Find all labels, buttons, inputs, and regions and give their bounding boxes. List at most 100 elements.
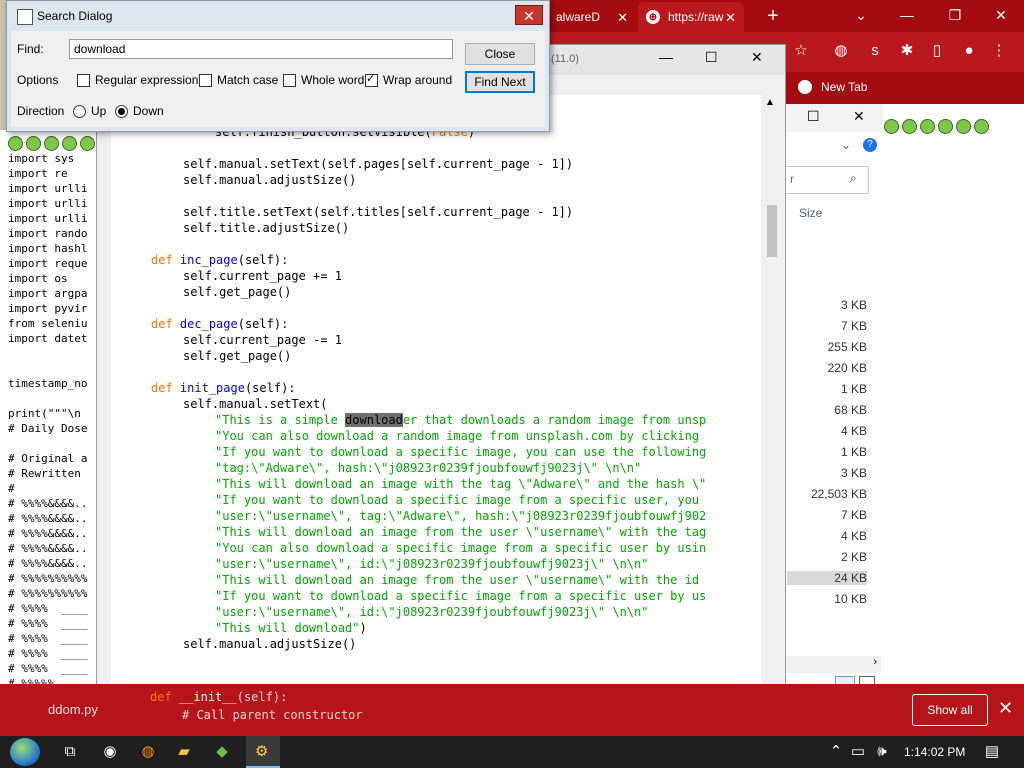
code-line: self.title.adjustSize(): [183, 221, 350, 235]
minimize-icon[interactable]: —: [659, 49, 673, 65]
file-size: 7 KB: [840, 319, 867, 333]
puzzle-icon[interactable]: ✱: [896, 40, 918, 62]
help-icon[interactable]: ?: [863, 138, 877, 152]
globe-icon: ⊕: [646, 10, 660, 24]
close-icon[interactable]: ✕: [617, 10, 628, 26]
file-size: 68 KB: [834, 403, 867, 417]
horizontal-scrollbar[interactable]: ›: [781, 656, 881, 673]
file-explorer-window: ☐ ✕ ⌄ ? r ⌕ Size 3 KB 7 KB 255 KB 220 KB…: [780, 104, 883, 692]
app-icon[interactable]: ◆: [210, 740, 234, 764]
browser-tab[interactable]: alwareD ✕: [548, 2, 636, 32]
code-line: #: [8, 482, 15, 495]
code-comment: # Call parent constructor: [182, 708, 363, 722]
find-next-button[interactable]: Find Next: [465, 71, 535, 93]
find-input[interactable]: [69, 39, 453, 59]
chevron-up-icon[interactable]: ⌃: [824, 740, 848, 764]
size-column-header[interactable]: Size: [799, 206, 822, 220]
code-line: from seleniu: [8, 317, 88, 330]
chrome-icon[interactable]: ◉: [98, 740, 122, 764]
close-icon[interactable]: ✕: [853, 108, 865, 125]
chevron-up-icon[interactable]: ▲: [765, 97, 775, 108]
code-line: "user:\"username\", id:\"j08923r0239fjou…: [215, 557, 649, 571]
file-size: 1 KB: [840, 382, 867, 396]
wrap-around-checkbox[interactable]: [365, 72, 378, 87]
code-line: self.current_page += 1: [183, 269, 342, 283]
close-button[interactable]: ✕: [515, 5, 543, 25]
restore-icon[interactable]: ❐: [932, 0, 978, 30]
maximize-icon[interactable]: ☐: [705, 49, 718, 66]
code-line: "This will download"): [215, 621, 367, 635]
chevron-right-icon[interactable]: ›: [873, 656, 877, 668]
regex-checkbox[interactable]: [77, 74, 90, 87]
explorer-search-input[interactable]: r ⌕: [785, 166, 869, 194]
regex-label[interactable]: Regular expression: [95, 73, 198, 87]
code-area[interactable]: self.finish_button.setVisible(False) sel…: [111, 95, 761, 699]
scrollbar-thumb[interactable]: [767, 205, 777, 257]
clock[interactable]: 1:14:02 PM: [904, 745, 965, 759]
minimize-icon[interactable]: —: [884, 0, 930, 30]
browser-tab-active[interactable]: ⊕ https://raw ✕: [638, 2, 744, 32]
file-size: 2 KB: [840, 550, 867, 564]
show-all-button[interactable]: Show all: [912, 694, 988, 726]
bookmark-new-tab[interactable]: New Tab: [798, 76, 867, 98]
direction-up-radio[interactable]: [73, 105, 86, 118]
notification-icon[interactable]: ▤: [980, 740, 1004, 764]
code-line: "This will download an image with the ta…: [215, 477, 707, 491]
browser-tab-label: alwareD: [556, 10, 601, 24]
firefox-icon[interactable]: ◍: [136, 740, 160, 764]
code-line: import urlli: [8, 197, 88, 210]
code-line: # %%%%%%%%%%: [8, 587, 88, 600]
close-icon[interactable]: ✕: [725, 10, 736, 26]
profile-icon[interactable]: ●: [958, 40, 980, 62]
close-icon[interactable]: ✕: [998, 698, 1013, 719]
match-case-checkbox[interactable]: [199, 74, 212, 87]
code-line: "If you want to download a specific imag…: [215, 589, 707, 603]
match-case-label[interactable]: Match case: [217, 73, 278, 87]
direction-label: Direction: [17, 104, 65, 118]
direction-down-label[interactable]: Down: [133, 104, 164, 118]
close-button[interactable]: Close: [465, 43, 535, 65]
code-line: import hashl: [8, 242, 88, 255]
whole-word-checkbox[interactable]: [283, 74, 296, 87]
extension-flag-icon[interactable]: ◍: [830, 40, 852, 62]
code-line: # %%%% ____: [8, 617, 88, 630]
new-tab-icon[interactable]: +: [761, 4, 785, 28]
code-line: # %%%% ____: [8, 602, 88, 615]
direction-up-label[interactable]: Up: [91, 104, 106, 118]
chevron-down-icon[interactable]: ⌄: [838, 0, 884, 30]
folder-icon[interactable]: ▰: [172, 740, 196, 764]
start-button[interactable]: [10, 738, 40, 766]
close-icon[interactable]: ✕: [978, 0, 1024, 30]
python-taskbar-button[interactable]: ⚙: [246, 736, 280, 768]
sidepanel-icon[interactable]: ▯: [926, 40, 948, 62]
code-line: import sys: [8, 152, 75, 165]
vertical-scrollbar[interactable]: ▲ ▼: [761, 95, 781, 699]
wrap-around-label[interactable]: Wrap around: [383, 73, 452, 87]
maximize-icon[interactable]: ☐: [807, 108, 820, 125]
code-line: import re: [8, 167, 68, 180]
close-icon[interactable]: ✕: [751, 49, 763, 66]
find-label: Find:: [17, 42, 44, 56]
code-line: self.manual.adjustSize(): [183, 173, 357, 187]
file-size: 4 KB: [840, 424, 867, 438]
chevron-down-icon[interactable]: ⌄: [841, 138, 851, 152]
extension-s-icon[interactable]: s: [864, 40, 886, 62]
code-line: def init_page(self):: [151, 381, 296, 395]
download-file-name[interactable]: ddom.py: [48, 702, 98, 717]
direction-down-radio[interactable]: [115, 105, 128, 118]
star-icon[interactable]: ☆: [790, 40, 812, 62]
file-size: 3 KB: [840, 466, 867, 480]
volume-icon[interactable]: 🕪: [870, 740, 894, 764]
whole-word-label[interactable]: Whole word: [301, 73, 364, 87]
emoji-icon: [974, 119, 989, 134]
search-highlight: download: [345, 413, 403, 427]
emoji-icon: [80, 136, 95, 151]
network-icon[interactable]: ▭: [846, 740, 870, 764]
task-view-icon[interactable]: ⧉: [58, 740, 82, 764]
code-line: "user:\"username\", tag:\"Adware\", hash…: [215, 509, 707, 523]
menu-icon[interactable]: ⋮: [988, 40, 1010, 62]
file-size: 4 KB: [840, 529, 867, 543]
python-icon: ⚙: [255, 743, 269, 760]
code-line: timestamp_no: [8, 377, 88, 390]
code-line: import os: [8, 272, 68, 285]
